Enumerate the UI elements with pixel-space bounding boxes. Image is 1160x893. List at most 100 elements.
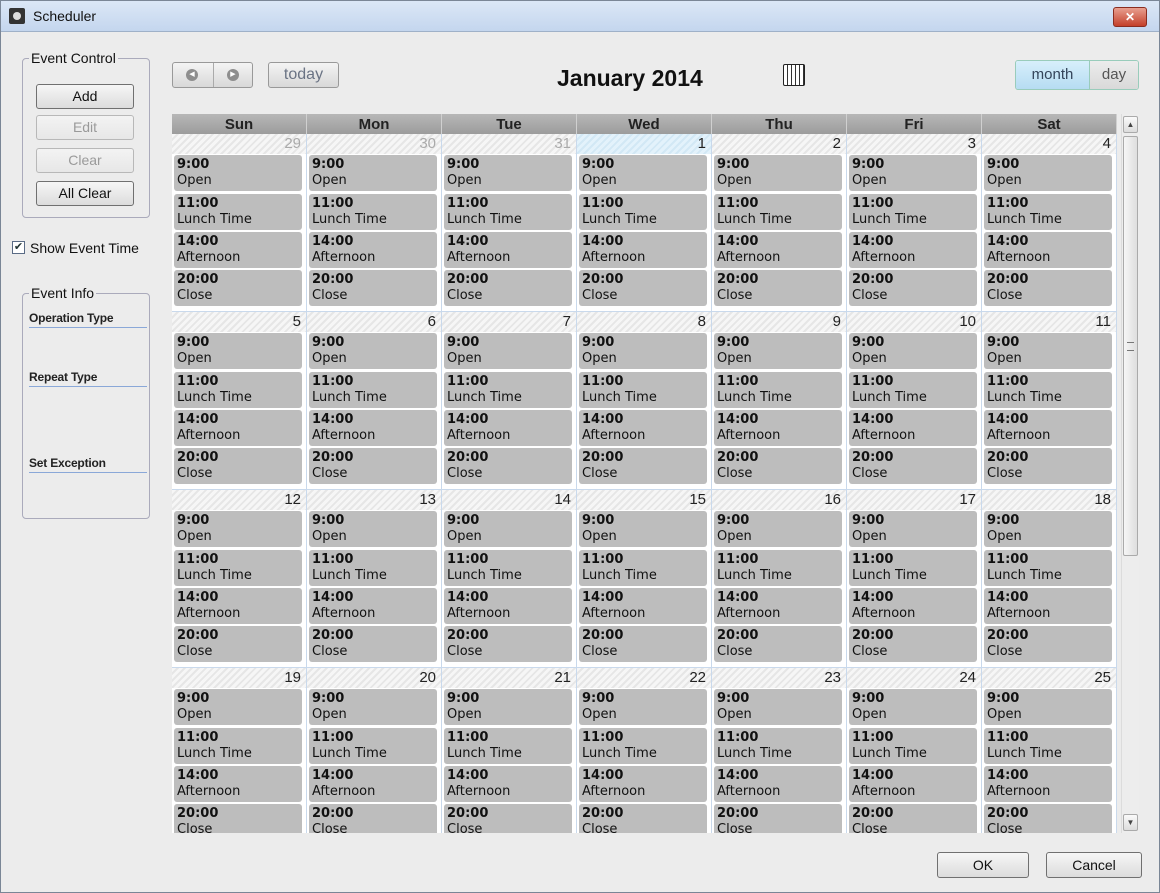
event-item[interactable]: 14:00 Afternoon [309,588,437,624]
event-item[interactable]: 14:00 Afternoon [579,232,707,268]
day-cell[interactable]: 7 9:00 Open 11:00 Lunch Time 14:00 Afternoon 20… [442,312,577,490]
event-item[interactable]: 9:00 Open [714,333,842,369]
event-item[interactable]: 20:00 Close [309,804,437,833]
event-item[interactable]: 14:00 Afternoon [309,232,437,268]
event-item[interactable]: 9:00 Open [714,689,842,725]
day-cell[interactable]: 2 9:00 Open 11:00 Lunch Time 14:00 Afternoon 20… [712,134,847,312]
event-item[interactable]: 14:00 Afternoon [579,410,707,446]
day-cell[interactable]: 5 9:00 Open 11:00 Lunch Time 14:00 Afternoon 20… [172,312,307,490]
day-cell[interactable]: 10 9:00 Open 11:00 Lunch Time 14:00 Afternoon 2… [847,312,982,490]
event-item[interactable]: 9:00 Open [984,689,1112,725]
event-item[interactable]: 11:00 Lunch Time [849,728,977,764]
event-item[interactable]: 11:00 Lunch Time [174,372,302,408]
event-item[interactable]: 14:00 Afternoon [849,410,977,446]
event-item[interactable]: 9:00 Open [579,689,707,725]
day-cell[interactable]: 13 9:00 Open 11:00 Lunch Time 14:00 Afternoon 2… [307,490,442,668]
event-item[interactable]: 20:00 Close [849,448,977,484]
event-item[interactable]: 20:00 Close [444,448,572,484]
event-item[interactable]: 9:00 Open [849,333,977,369]
event-item[interactable]: 20:00 Close [174,270,302,306]
cancel-button[interactable]: Cancel [1046,852,1142,878]
event-item[interactable]: 11:00 Lunch Time [984,194,1112,230]
day-cell[interactable]: 22 9:00 Open 11:00 Lunch Time 14:00 Afternoon 2… [577,668,712,833]
event-item[interactable]: 9:00 Open [309,689,437,725]
event-item[interactable]: 20:00 Close [849,626,977,662]
event-item[interactable]: 11:00 Lunch Time [579,728,707,764]
event-item[interactable]: 20:00 Close [849,804,977,833]
event-item[interactable]: 14:00 Afternoon [174,766,302,802]
close-button[interactable]: ✕ [1113,7,1147,27]
event-item[interactable]: 20:00 Close [984,626,1112,662]
event-item[interactable]: 14:00 Afternoon [984,232,1112,268]
event-item[interactable]: 20:00 Close [579,270,707,306]
event-item[interactable]: 14:00 Afternoon [714,232,842,268]
event-item[interactable]: 20:00 Close [849,270,977,306]
add-button[interactable]: Add [36,84,134,109]
event-item[interactable]: 11:00 Lunch Time [849,194,977,230]
event-item[interactable]: 14:00 Afternoon [309,410,437,446]
scroll-down-button[interactable]: ▼ [1123,814,1138,831]
event-item[interactable]: 9:00 Open [849,689,977,725]
event-item[interactable]: 11:00 Lunch Time [714,194,842,230]
event-item[interactable]: 11:00 Lunch Time [579,372,707,408]
event-item[interactable]: 20:00 Close [579,626,707,662]
event-item[interactable]: 9:00 Open [174,155,302,191]
event-item[interactable]: 11:00 Lunch Time [444,194,572,230]
day-cell[interactable]: 23 9:00 Open 11:00 Lunch Time 14:00 Afternoon 2… [712,668,847,833]
clear-button[interactable]: Clear [36,148,134,173]
event-item[interactable]: 9:00 Open [714,511,842,547]
event-item[interactable]: 20:00 Close [309,270,437,306]
day-view-button[interactable]: day [1090,61,1138,89]
event-item[interactable]: 11:00 Lunch Time [444,372,572,408]
event-item[interactable]: 14:00 Afternoon [444,410,572,446]
event-item[interactable]: 20:00 Close [714,270,842,306]
scroll-thumb[interactable] [1123,136,1138,556]
event-item[interactable]: 14:00 Afternoon [849,766,977,802]
day-cell[interactable]: 15 9:00 Open 11:00 Lunch Time 14:00 Afternoon 2… [577,490,712,668]
event-item[interactable]: 11:00 Lunch Time [849,550,977,586]
event-item[interactable]: 20:00 Close [174,448,302,484]
event-item[interactable]: 14:00 Afternoon [174,232,302,268]
event-item[interactable]: 9:00 Open [984,155,1112,191]
event-item[interactable]: 9:00 Open [444,511,572,547]
event-item[interactable]: 11:00 Lunch Time [849,372,977,408]
event-item[interactable]: 20:00 Close [174,626,302,662]
day-cell[interactable]: 12 9:00 Open 11:00 Lunch Time 14:00 Afternoon 2… [172,490,307,668]
ok-button[interactable]: OK [937,852,1029,878]
show-event-time-label[interactable]: Show Event Time [30,240,139,256]
prev-month-button[interactable]: ◀ [173,63,213,87]
event-item[interactable]: 11:00 Lunch Time [984,550,1112,586]
day-cell[interactable]: 24 9:00 Open 11:00 Lunch Time 14:00 Afternoon 2… [847,668,982,833]
event-item[interactable]: 20:00 Close [714,804,842,833]
event-item[interactable]: 11:00 Lunch Time [984,372,1112,408]
day-cell[interactable]: 25 9:00 Open 11:00 Lunch Time 14:00 Afternoon 2… [982,668,1117,833]
event-item[interactable]: 9:00 Open [309,155,437,191]
day-cell[interactable]: 11 9:00 Open 11:00 Lunch Time 14:00 Afternoon 2… [982,312,1117,490]
day-cell[interactable]: 4 9:00 Open 11:00 Lunch Time 14:00 Afternoon 20… [982,134,1117,312]
event-item[interactable]: 9:00 Open [309,511,437,547]
day-cell[interactable]: 18 9:00 Open 11:00 Lunch Time 14:00 Afternoon 2… [982,490,1117,668]
event-item[interactable]: 11:00 Lunch Time [309,550,437,586]
event-item[interactable]: 20:00 Close [444,270,572,306]
day-cell[interactable]: 19 9:00 Open 11:00 Lunch Time 14:00 Afternoon 2… [172,668,307,833]
event-item[interactable]: 14:00 Afternoon [849,588,977,624]
event-item[interactable]: 11:00 Lunch Time [174,194,302,230]
next-month-button[interactable]: ▶ [214,63,254,87]
event-item[interactable]: 14:00 Afternoon [714,410,842,446]
day-cell[interactable]: 9 9:00 Open 11:00 Lunch Time 14:00 Afternoon 20… [712,312,847,490]
event-item[interactable]: 9:00 Open [714,155,842,191]
day-cell[interactable]: 8 9:00 Open 11:00 Lunch Time 14:00 Afternoon 20… [577,312,712,490]
month-view-button[interactable]: month [1016,61,1090,89]
event-item[interactable]: 11:00 Lunch Time [984,728,1112,764]
event-item[interactable]: 9:00 Open [444,689,572,725]
event-item[interactable]: 14:00 Afternoon [714,588,842,624]
event-item[interactable]: 14:00 Afternoon [174,410,302,446]
event-item[interactable]: 14:00 Afternoon [714,766,842,802]
event-item[interactable]: 11:00 Lunch Time [714,728,842,764]
event-item[interactable]: 20:00 Close [444,626,572,662]
event-item[interactable]: 11:00 Lunch Time [174,550,302,586]
event-item[interactable]: 11:00 Lunch Time [174,728,302,764]
event-item[interactable]: 20:00 Close [714,626,842,662]
event-item[interactable]: 20:00 Close [984,448,1112,484]
event-item[interactable]: 14:00 Afternoon [309,766,437,802]
